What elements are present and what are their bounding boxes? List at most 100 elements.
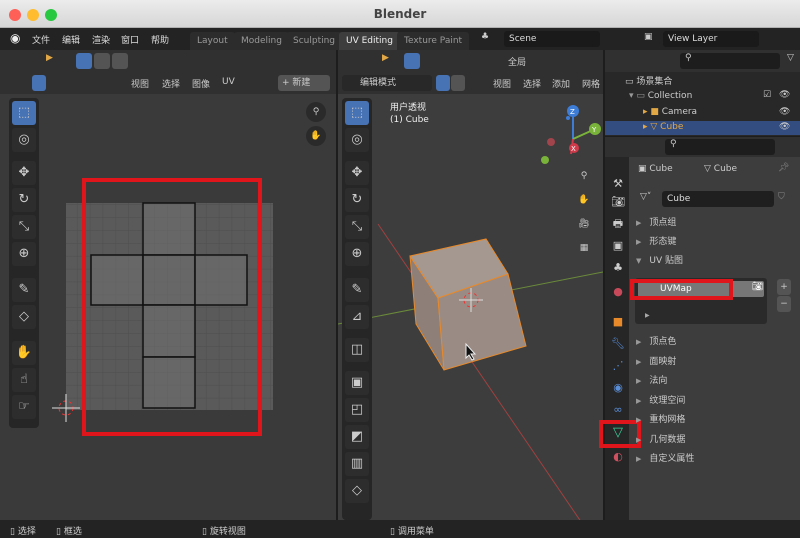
mesh-browse-icon[interactable]: ▽˅ — [640, 192, 651, 202]
remove-uv-map-button[interactable]: − — [777, 296, 791, 312]
cursor-tool-icon[interactable]: ◎ — [345, 128, 369, 152]
maximize-window-button[interactable] — [45, 9, 57, 21]
panel-geometry-data[interactable]: ▶ 几何数据 — [636, 431, 786, 449]
zoom-icon[interactable]: ⚲ — [574, 166, 594, 186]
view-layer-tab-icon[interactable]: ▣ — [608, 237, 628, 255]
loop-cut-tool-icon[interactable]: ▥ — [345, 452, 369, 476]
menu-view[interactable]: 视图 — [493, 77, 511, 90]
camera-render-icon[interactable]: 📷︎ — [752, 282, 763, 292]
tab-sculpting[interactable]: Sculpting — [286, 32, 343, 50]
mesh-name-field[interactable]: Cube — [662, 191, 774, 207]
properties-search-input[interactable]: ⚲ — [665, 139, 775, 155]
outliner-cube-row[interactable] — [605, 121, 800, 135]
extrude-tool-icon[interactable]: ▣ — [345, 371, 369, 395]
menu-mesh[interactable]: 网格 — [582, 77, 600, 90]
panel-shape-keys[interactable]: ▶ 形态键 — [636, 233, 786, 251]
add-cube-tool-icon[interactable]: ◫ — [345, 338, 369, 362]
move-tool-icon[interactable]: ✥ — [345, 161, 369, 185]
outliner-search-input[interactable]: ⚲ — [680, 53, 780, 69]
scene-tab-icon[interactable]: ♣ — [608, 259, 628, 277]
status-rotate-view: ▯ 旋转视图 — [202, 527, 246, 537]
outliner-collection[interactable]: ▾ ▭ Collection — [629, 91, 692, 101]
panel-custom-properties[interactable]: ▶ 自定义属性 — [636, 450, 786, 468]
outliner-camera[interactable]: ▸ ■ Camera — [643, 107, 697, 117]
panel-label: 形态键 — [649, 237, 677, 247]
constraints-tab-icon[interactable]: ∞ — [608, 401, 628, 419]
output-tab-icon[interactable]: 🖶︎ — [608, 215, 628, 233]
panel-label: 自定义属性 — [649, 454, 695, 464]
viewport-header: ▶ 全局 编辑模式 视图 选择 添加 网格 — [338, 50, 603, 94]
panel-remesh[interactable]: ▶ 重构网格 — [636, 411, 786, 429]
tab-modeling[interactable]: Modeling — [234, 32, 289, 50]
tab-layout[interactable]: Layout — [190, 32, 235, 50]
transform-tool-icon[interactable]: ⊕ — [345, 242, 369, 266]
bevel-tool-icon[interactable]: ◩ — [345, 425, 369, 449]
rotate-tool-icon[interactable]: ↻ — [345, 188, 369, 212]
filter-icon[interactable]: ▽ — [787, 53, 794, 63]
select-mode-button[interactable] — [404, 53, 420, 69]
knife-tool-icon[interactable]: ◇ — [345, 479, 369, 503]
menu-window[interactable]: 窗口 — [121, 33, 139, 46]
eye-icon[interactable]: 👁︎ — [779, 90, 790, 100]
panel-normals[interactable]: ▶ 法向 — [636, 372, 786, 390]
list-expand-icon[interactable]: ▶ — [645, 312, 650, 319]
scale-tool-icon[interactable]: ⤡ — [345, 215, 369, 239]
scene-icon[interactable]: ♣ — [481, 32, 489, 42]
object-tab-icon[interactable]: ■ — [608, 313, 628, 331]
pan-hand-icon[interactable]: ✋ — [574, 190, 594, 210]
item-label: 场景集合 — [636, 77, 673, 87]
mouse-left-icon: ▯ — [10, 527, 18, 537]
transform-orientation-select[interactable]: 全局 — [508, 55, 526, 68]
menu-render[interactable]: 渲染 — [92, 33, 110, 46]
camera-view-icon[interactable]: 🎥︎ — [574, 214, 594, 234]
eye-icon[interactable]: 👁︎ — [779, 122, 790, 132]
inset-tool-icon[interactable]: ◰ — [345, 398, 369, 422]
grid-icon[interactable]: ▦ — [574, 238, 594, 258]
particles-tab-icon[interactable]: ⋰ — [608, 357, 628, 375]
physics-tab-icon[interactable]: ◉ — [608, 379, 628, 397]
outliner-scene-collection[interactable]: ▭ 场景集合 — [625, 74, 672, 87]
panel-uv-maps[interactable]: ▼ UV 贴图 — [636, 252, 786, 270]
menu-help[interactable]: 帮助 — [151, 33, 169, 46]
axis-z-label: Z — [570, 108, 575, 116]
outliner-cube[interactable]: ▸ ▽ Cube — [643, 122, 683, 132]
close-window-button[interactable] — [9, 9, 21, 21]
menu-edit[interactable]: 编辑 — [62, 33, 80, 46]
menu-select[interactable]: 选择 — [523, 77, 541, 90]
view-layer-icon[interactable]: ▣ — [644, 32, 653, 42]
checkbox-icon[interactable]: ☑ — [763, 90, 771, 100]
scene-selector[interactable]: Scene — [504, 31, 600, 47]
item-label: Camera — [661, 107, 698, 117]
panel-texture-space[interactable]: ▶ 纹理空间 — [636, 392, 786, 410]
measure-tool-icon[interactable]: ⊿ — [345, 305, 369, 329]
tab-texture-paint[interactable]: Texture Paint — [397, 32, 470, 50]
minimize-window-button[interactable] — [27, 9, 39, 21]
view-layer-selector[interactable]: View Layer — [663, 31, 759, 47]
panel-vertex-groups[interactable]: ▶ 顶点组 — [636, 214, 786, 232]
panel-label: 法向 — [649, 376, 668, 386]
annotate-tool-icon[interactable]: ✎ — [345, 278, 369, 302]
vertex-mode-button[interactable] — [436, 75, 450, 91]
edge-mode-button[interactable] — [451, 75, 465, 91]
menu-file[interactable]: 文件 — [32, 33, 50, 46]
pin-icon[interactable]: 📌︎ — [778, 163, 789, 173]
status-bar: ▯ 选择 ▯ 框选 ▯ 旋转视图 ▯ 调用菜单 — [0, 520, 800, 538]
eye-icon[interactable]: 👁︎ — [779, 107, 790, 117]
mode-select[interactable]: 编辑模式 — [342, 75, 432, 91]
panel-face-maps[interactable]: ▶ 面映射 — [636, 353, 786, 371]
material-tab-icon[interactable]: ◐ — [608, 448, 628, 466]
viewport-canvas[interactable]: Z Y X — [338, 94, 603, 520]
add-uv-map-button[interactable]: + — [777, 279, 791, 295]
select-tool-icon[interactable]: ⬚ — [345, 101, 369, 125]
menu-add[interactable]: 添加 — [552, 77, 570, 90]
tab-uv-editing[interactable]: UV Editing — [339, 32, 400, 50]
fake-user-shield-icon[interactable]: ⛉ — [778, 192, 785, 202]
panel-vertex-colors[interactable]: ▶ 顶点色 — [636, 333, 786, 351]
tool-tab-icon[interactable]: ⚒ — [608, 175, 628, 193]
world-tab-icon[interactable]: ● — [608, 283, 628, 301]
render-tab-icon[interactable]: 📷︎ — [608, 193, 628, 211]
select-tool-icon[interactable]: ▶ — [382, 53, 389, 63]
status-select: ▯ 选择 — [10, 527, 36, 537]
blender-logo-icon[interactable]: ◉ — [10, 31, 20, 45]
modifier-tab-icon[interactable]: 🔧︎ — [608, 335, 628, 353]
